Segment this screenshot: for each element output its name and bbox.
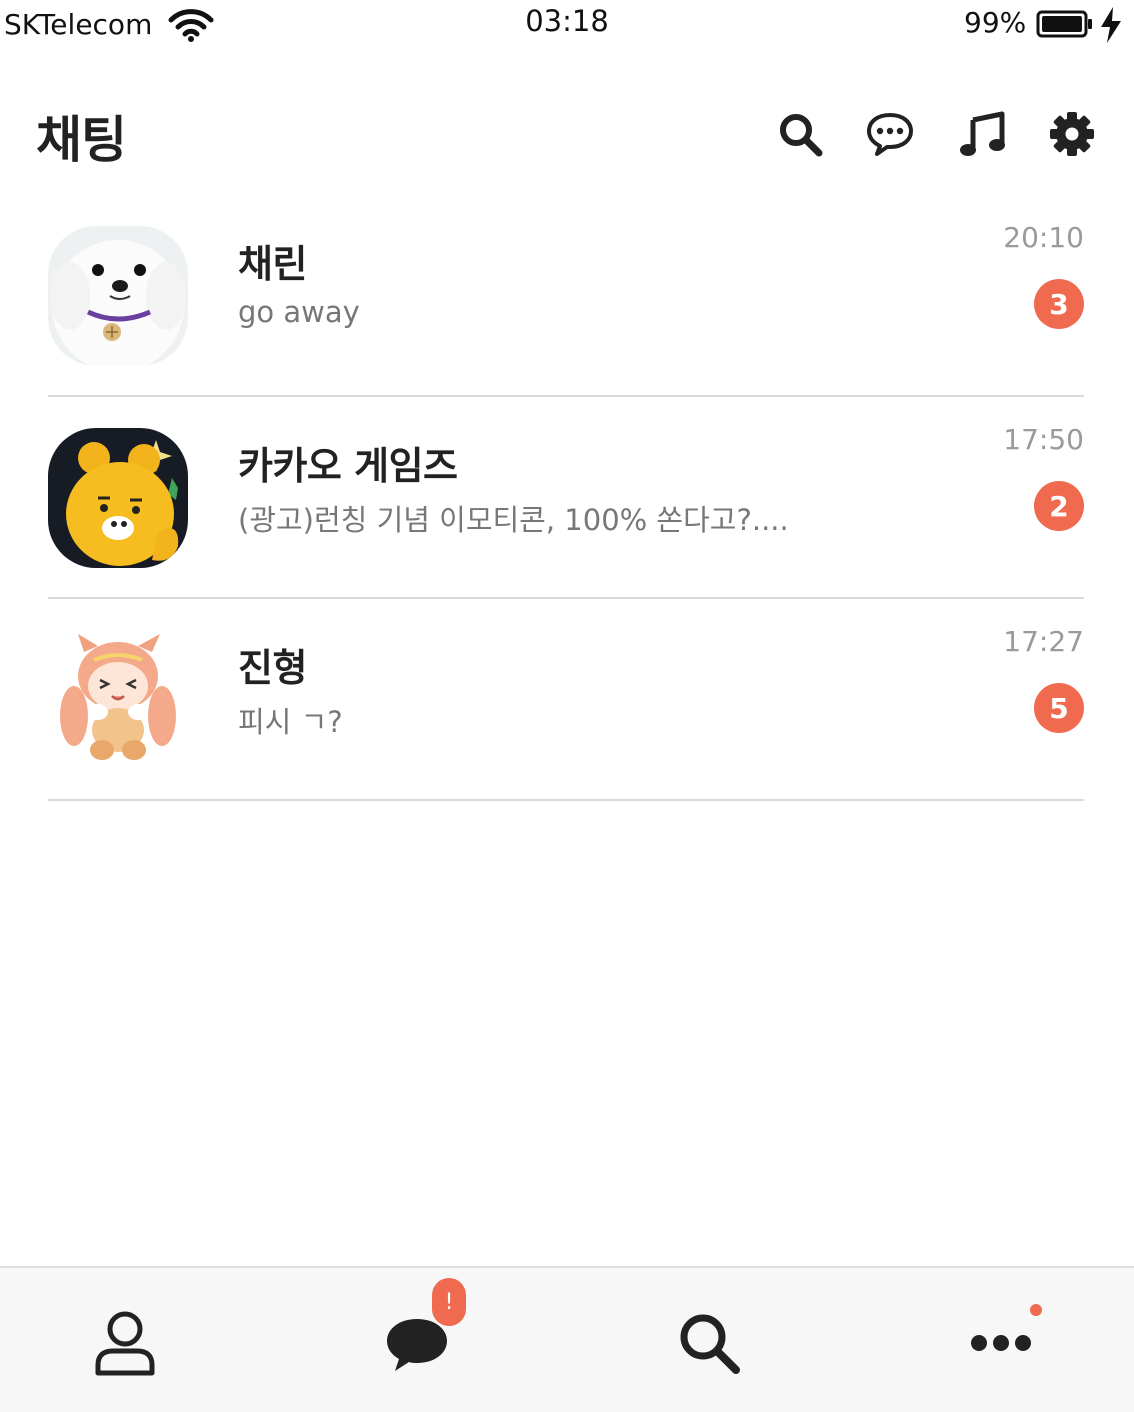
ryan-character xyxy=(48,428,188,568)
cat-girl-character xyxy=(48,630,188,770)
person-icon xyxy=(95,1311,155,1376)
unread-badge: 5 xyxy=(1034,683,1084,733)
search-tab[interactable] xyxy=(664,1298,754,1388)
chat-list: 채린 go away 20:10 3 카카오 게임즈 (광고)런칭 기념 이모티… xyxy=(0,195,1134,801)
charging-icon xyxy=(1101,7,1121,43)
avatar[interactable] xyxy=(48,226,188,366)
battery-percentage: 99% xyxy=(964,6,1027,39)
status-bar: SKTelecom 03:18 99% xyxy=(0,0,1134,50)
more-icon xyxy=(971,1335,1031,1351)
chat-name: 카카오 게임즈 xyxy=(238,444,458,488)
avatar[interactable] xyxy=(48,630,188,770)
white-dog-photo xyxy=(48,226,188,366)
chat-name: 채린 xyxy=(238,242,307,286)
battery-icon xyxy=(1036,10,1092,38)
unread-badge: 3 xyxy=(1034,279,1084,329)
chat-time: 20:10 xyxy=(1003,221,1084,254)
more-tab-notification-dot xyxy=(1030,1304,1042,1316)
chat-preview: go away xyxy=(238,295,360,329)
new-chat-button[interactable] xyxy=(864,108,916,160)
friends-tab[interactable] xyxy=(80,1298,170,1388)
music-button[interactable] xyxy=(956,108,1008,160)
chat-row[interactable]: 카카오 게임즈 (광고)런칭 기념 이모티콘, 100% 쏜다고?.... 17… xyxy=(48,397,1084,599)
chat-row[interactable]: 진형 피시 ㄱ? 17:27 5 xyxy=(48,599,1084,801)
chat-time: 17:27 xyxy=(1003,625,1084,658)
chats-tab-badge: ! xyxy=(432,1278,466,1326)
chat-time: 17:50 xyxy=(1003,423,1084,456)
search-icon xyxy=(680,1314,740,1374)
settings-button[interactable] xyxy=(1046,108,1098,160)
avatar[interactable] xyxy=(48,428,188,568)
search-button[interactable] xyxy=(774,108,826,160)
tab-bar: ! xyxy=(0,1266,1134,1412)
chat-preview: 피시 ㄱ? xyxy=(238,705,343,739)
chat-name: 진형 xyxy=(238,646,307,690)
settings-icon xyxy=(1050,112,1094,156)
unread-badge: 2 xyxy=(1034,481,1084,531)
page-title: 채팅 xyxy=(36,111,127,169)
chat-preview: (광고)런칭 기념 이모티콘, 100% 쏜다고?.... xyxy=(238,503,789,537)
chat-row[interactable]: 채린 go away 20:10 3 xyxy=(48,195,1084,397)
new-chat-icon xyxy=(867,113,913,156)
music-icon xyxy=(960,111,1005,156)
search-icon xyxy=(780,114,823,157)
